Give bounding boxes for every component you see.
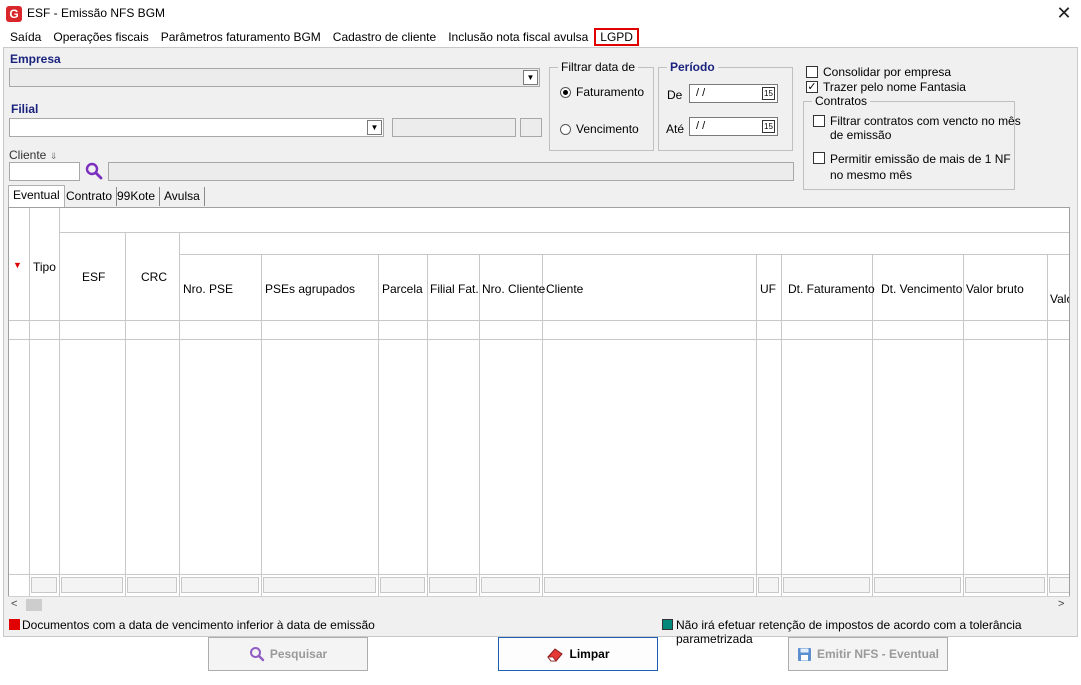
trazer-fantasia-label: Trazer pelo nome Fantasia: [823, 80, 966, 94]
menu-parametros-faturamento[interactable]: Parâmetros faturamento BGM: [155, 28, 327, 46]
menu-bar: Saída Operações fiscais Parâmetros fatur…: [0, 27, 1081, 47]
menu-saida[interactable]: Saída: [4, 28, 47, 46]
chevron-down-icon[interactable]: ▼: [523, 70, 538, 85]
filial-code-field: [392, 118, 516, 137]
radio-faturamento[interactable]: [560, 87, 571, 98]
col-header-cliente[interactable]: Cliente: [546, 282, 583, 296]
col-header-uf[interactable]: UF: [760, 282, 776, 296]
col-header-valor-cut[interactable]: Valo: [1050, 292, 1069, 306]
legend-red-swatch: [9, 619, 20, 630]
col-header-filial-fat[interactable]: Filial Fat.: [430, 282, 479, 296]
close-icon[interactable]: ✕: [1052, 2, 1076, 24]
results-grid[interactable]: ▼ Tipo ESF CRC Nro. PSE PSEs agrupados P…: [8, 207, 1070, 613]
menu-cadastro-cliente[interactable]: Cadastro de cliente: [327, 28, 442, 46]
consolidar-label: Consolidar por empresa: [823, 65, 952, 79]
eraser-icon: [547, 648, 564, 662]
scrollbar-thumb[interactable]: [26, 599, 42, 611]
permitir-nf-label: Permitir emissão de mais de 1 NF no mesm…: [830, 152, 1011, 182]
limpar-button[interactable]: Limpar: [498, 637, 658, 671]
menu-lgpd[interactable]: LGPD: [594, 28, 639, 46]
col-header-valor-bruto[interactable]: Valor bruto: [966, 282, 1024, 296]
periodo-group: Período: [658, 60, 793, 151]
col-header-esf[interactable]: ESF: [82, 270, 105, 284]
title-bar: G ESF - Emissão NFS BGM ✕: [0, 0, 1081, 28]
tab-avulsa[interactable]: Avulsa: [160, 187, 205, 206]
scroll-left-icon[interactable]: <: [11, 598, 17, 610]
empresa-label: Empresa: [10, 52, 61, 66]
trazer-fantasia-checkbox[interactable]: ✓: [806, 81, 818, 93]
tab-99kote[interactable]: 99Kote: [113, 187, 161, 206]
calendar-icon[interactable]: 15: [762, 120, 775, 133]
col-header-dt-faturamento[interactable]: Dt. Faturamento: [788, 282, 875, 296]
chevron-down-icon[interactable]: ▼: [367, 120, 382, 135]
tab-contrato[interactable]: Contrato: [62, 187, 118, 206]
search-icon[interactable]: [84, 161, 104, 181]
calendar-icon[interactable]: 15: [762, 87, 775, 100]
legend-teal-swatch: [662, 619, 673, 630]
pesquisar-button[interactable]: Pesquisar: [208, 637, 368, 671]
col-header-dt-vencimento[interactable]: Dt. Vencimento: [881, 282, 962, 296]
date-to-input[interactable]: / / 15: [689, 117, 778, 136]
radio-faturamento-label: Faturamento: [576, 85, 645, 99]
emitir-nfs-button[interactable]: Emitir NFS - Eventual: [788, 637, 948, 671]
menu-inclusao-nota-avulsa[interactable]: Inclusão nota fiscal avulsa: [442, 28, 594, 46]
app-logo-icon: G: [6, 6, 22, 22]
col-header-crc[interactable]: CRC: [141, 270, 167, 284]
window-title: ESF - Emissão NFS BGM: [27, 6, 166, 20]
date-from-input[interactable]: / / 15: [689, 84, 778, 103]
consolidar-checkbox[interactable]: [806, 66, 818, 78]
empresa-select[interactable]: ▼: [9, 68, 540, 87]
sort-hint-icon: ⇓: [49, 151, 58, 161]
col-header-parcela[interactable]: Parcela: [382, 282, 423, 296]
contratos-title: Contratos: [812, 94, 871, 108]
de-label: De: [667, 88, 683, 102]
filtrar-contratos-label: Filtrar contratos com vencto no mês de e…: [830, 114, 1021, 142]
filial-label: Filial: [11, 102, 39, 116]
col-header-nro-pse[interactable]: Nro. PSE: [183, 282, 233, 296]
filtrar-data-group: Filtrar data de: [549, 60, 654, 151]
col-header-nro-cliente[interactable]: Nro. Cliente: [482, 282, 545, 296]
filtrar-data-title: Filtrar data de: [558, 60, 639, 74]
tab-eventual[interactable]: Eventual: [8, 185, 65, 207]
radio-vencimento[interactable]: [560, 124, 571, 135]
ate-label: Até: [666, 122, 685, 136]
legend-red-text: Documentos com a data de vencimento infe…: [22, 618, 375, 632]
menu-operacoes-fiscais[interactable]: Operações fiscais: [47, 28, 154, 46]
cliente-name-field: [108, 162, 794, 181]
filial-select[interactable]: ▼: [9, 118, 384, 137]
cliente-label: Cliente ⇓: [9, 148, 58, 162]
filial-extra-field: [520, 118, 542, 137]
horizontal-scrollbar[interactable]: < >: [8, 596, 1070, 613]
col-header-tipo[interactable]: Tipo: [33, 260, 56, 274]
col-header-pses-agrupados[interactable]: PSEs agrupados: [265, 282, 355, 296]
permitir-nf-checkbox[interactable]: [813, 152, 825, 164]
search-icon: [249, 647, 265, 662]
filtrar-contratos-checkbox[interactable]: [813, 115, 825, 127]
cliente-code-input[interactable]: [9, 162, 80, 181]
scroll-right-icon[interactable]: >: [1058, 598, 1064, 610]
save-icon: [797, 647, 811, 661]
sort-desc-icon[interactable]: ▼: [13, 260, 22, 270]
periodo-title: Período: [667, 60, 718, 74]
radio-vencimento-label: Vencimento: [576, 122, 639, 136]
